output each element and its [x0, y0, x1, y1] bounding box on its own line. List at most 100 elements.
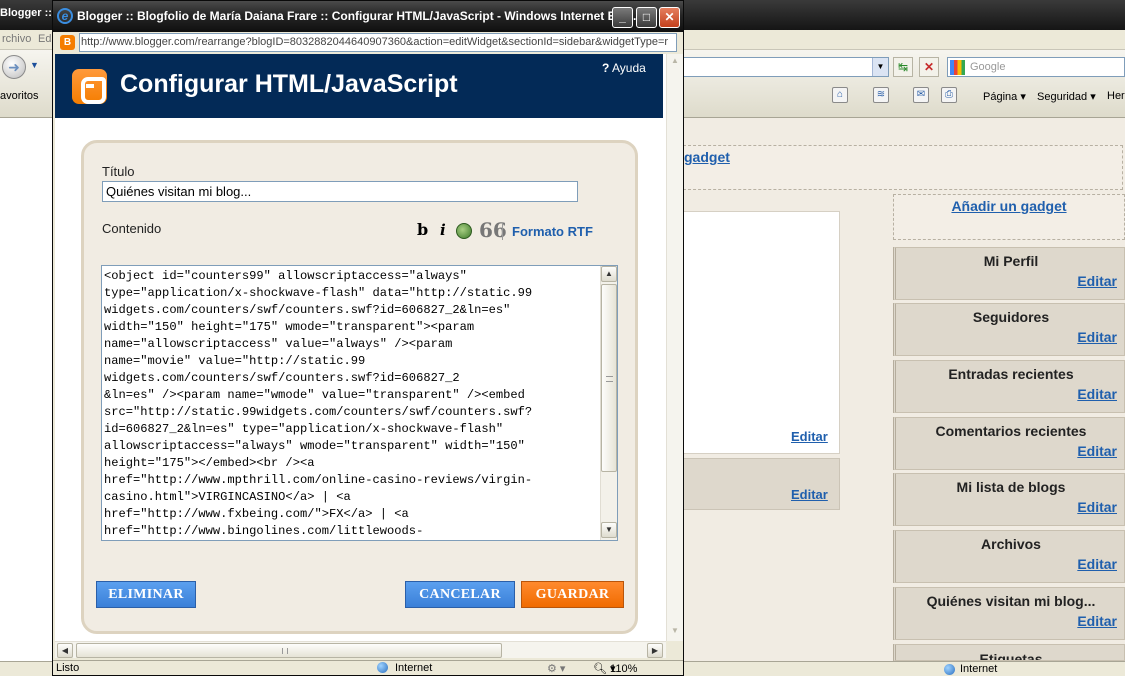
sidebar-add-gadget-link[interactable]: Añadir un gadget [951, 198, 1066, 214]
security-menu[interactable]: Seguridad ▾ [1037, 90, 1096, 103]
help-label: Ayuda [612, 61, 646, 75]
gadget-title: Comentarios recientes [935, 423, 1087, 439]
sidebar-gadget: Seguidores Editar [893, 303, 1125, 356]
edit-link[interactable]: Editar [1077, 273, 1117, 289]
popup-url-field[interactable]: http://www.blogger.com/rearrange?blogID=… [79, 33, 677, 52]
gadget-title: Entradas recientes [948, 366, 1074, 382]
horizontal-scrollbar-thumb[interactable] [76, 643, 502, 658]
security-menu-label: Seguridad [1037, 91, 1088, 103]
minimize-button[interactable]: _ [612, 7, 633, 28]
popup-vertical-scrollbar[interactable]: ▲ ▼ [666, 54, 683, 641]
blogger-favicon-icon: B [60, 35, 75, 50]
rich-text-format-link[interactable]: Formato RTF [512, 224, 593, 239]
save-button[interactable]: GUARDAR [521, 581, 624, 608]
menu-edit[interactable]: Ed [38, 33, 51, 45]
edit-link[interactable]: Editar [1077, 329, 1117, 345]
grip-icon [282, 648, 288, 654]
gadget-title: Quiénes visitan mi blog... [926, 593, 1096, 609]
gadget-title: Seguidores [972, 309, 1050, 325]
status-text: Listo [56, 662, 80, 674]
scroll-up-icon[interactable]: ▲ [667, 56, 683, 70]
page-title: Configurar HTML/JavaScript [120, 70, 458, 98]
grip-icon [606, 376, 613, 382]
maximize-button[interactable]: □ [636, 7, 657, 28]
gadget-title: Etiquetas [979, 651, 1043, 661]
popup-window-title: Blogger :: Blogfolio de María Daiana Fra… [77, 9, 643, 23]
popup-status-bar: Listo Internet ⚙ ▾ 🔍︎ 110% ▾ [53, 660, 683, 675]
sidebar-gadget: Etiquetas [893, 644, 1125, 661]
sidebar-gadget: Entradas recientes Editar [893, 360, 1125, 413]
bold-button[interactable]: b [417, 220, 428, 239]
scrollbar-thumb[interactable] [601, 284, 617, 472]
content-label: Contenido [102, 221, 162, 236]
google-icon [950, 60, 965, 75]
popup-viewport: Configurar HTML/JavaScript ? Ayuda Títul… [55, 54, 666, 641]
page-menu[interactable]: Página ▾ [983, 90, 1026, 103]
main-posts-box: Editar [683, 211, 840, 454]
protected-mode-icon[interactable]: ⚙ ▾ [547, 662, 565, 675]
print-icon[interactable]: ⎙ [941, 87, 957, 103]
gadget-title: Mi lista de blogs [956, 479, 1066, 495]
link-icon[interactable] [456, 223, 472, 239]
scroll-up-icon[interactable]: ▲ [601, 266, 617, 282]
blogger-logo-icon [72, 69, 107, 104]
edit-link[interactable]: Editar [1077, 443, 1117, 459]
feeds-icon[interactable]: ≋ [873, 87, 889, 103]
internet-explorer-icon: e [57, 8, 73, 24]
edit-link[interactable]: Editar [791, 429, 828, 444]
italic-button[interactable]: i [440, 221, 446, 239]
scroll-down-icon[interactable]: ▼ [601, 522, 617, 538]
close-button[interactable]: ✕ [659, 7, 680, 28]
status-zone: Internet [395, 662, 433, 674]
menu-file[interactable]: rchivo [2, 33, 31, 45]
widget-config-panel: Título Contenido b i 66 Formato RTF <obj… [81, 140, 638, 634]
popup-title-bar[interactable]: e Blogger :: Blogfolio de María Daiana F… [53, 1, 683, 32]
cancel-button[interactable]: CANCELAR [405, 581, 515, 608]
chevron-down-icon[interactable]: ▼ [872, 58, 888, 76]
configure-widget-window: e Blogger :: Blogfolio de María Daiana F… [52, 0, 684, 676]
sidebar-add-gadget-box: Añadir un gadget [893, 194, 1125, 240]
title-input[interactable] [102, 181, 578, 202]
page-menu-label: Página [983, 91, 1018, 103]
sidebar-gadget: Mi Perfil Editar [893, 247, 1125, 300]
popup-horizontal-scrollbar[interactable]: ◀ ▶ [55, 641, 666, 658]
toolbar-divider [502, 223, 503, 240]
internet-zone-icon [944, 664, 955, 675]
scroll-left-icon[interactable]: ◀ [57, 643, 73, 658]
zoom-control[interactable]: 🔍︎ 110% ▾ [593, 662, 637, 675]
sidebar-gadget: Comentarios recientes Editar [893, 417, 1125, 470]
title-label: Título [102, 164, 135, 179]
search-input[interactable]: Google [947, 57, 1125, 77]
scroll-right-icon[interactable]: ▶ [647, 643, 663, 658]
background-left-area [0, 118, 55, 661]
refresh-icon[interactable]: ↹ [893, 57, 913, 77]
tools-menu[interactable]: Her [1107, 90, 1125, 102]
zoom-level: 110% [610, 663, 638, 675]
favorites-label[interactable]: avoritos [0, 90, 39, 102]
help-link[interactable]: ? Ayuda [602, 61, 646, 75]
forward-nav-icon[interactable]: ➜ [2, 55, 26, 79]
nav-dropdown-icon[interactable]: ▼ [30, 60, 39, 70]
stop-icon[interactable]: ✕ [919, 57, 939, 77]
edit-link[interactable]: Editar [1077, 499, 1117, 515]
address-bar-tail[interactable]: ▼ [683, 57, 889, 77]
add-gadget-link[interactable]: gadget [684, 149, 730, 165]
gadget-title: Mi Perfil [983, 253, 1039, 269]
scroll-down-icon[interactable]: ▼ [667, 626, 683, 640]
blogger-header: Configurar HTML/JavaScript ? Ayuda [55, 54, 663, 118]
content-code[interactable]: <object id="counters99" allowscriptacces… [104, 268, 598, 538]
edit-link[interactable]: Editar [1077, 556, 1117, 572]
main-footer-box: Editar [683, 458, 840, 510]
edit-link[interactable]: Editar [791, 487, 828, 502]
sidebar-gadget: Quiénes visitan mi blog... Editar [893, 587, 1125, 640]
mail-icon[interactable]: ✉ [913, 87, 929, 103]
content-textarea[interactable]: <object id="counters99" allowscriptacces… [101, 265, 618, 541]
sidebar-gadget: Mi lista de blogs Editar [893, 473, 1125, 526]
textarea-scrollbar[interactable]: ▲ ▼ [600, 266, 617, 540]
delete-button[interactable]: ELIMINAR [96, 581, 196, 608]
home-icon[interactable]: ⌂ [832, 87, 848, 103]
edit-link[interactable]: Editar [1077, 386, 1117, 402]
gadget-title: Archivos [981, 536, 1041, 552]
popup-address-bar: B http://www.blogger.com/rearrange?blogI… [55, 32, 681, 54]
edit-link[interactable]: Editar [1077, 613, 1117, 629]
